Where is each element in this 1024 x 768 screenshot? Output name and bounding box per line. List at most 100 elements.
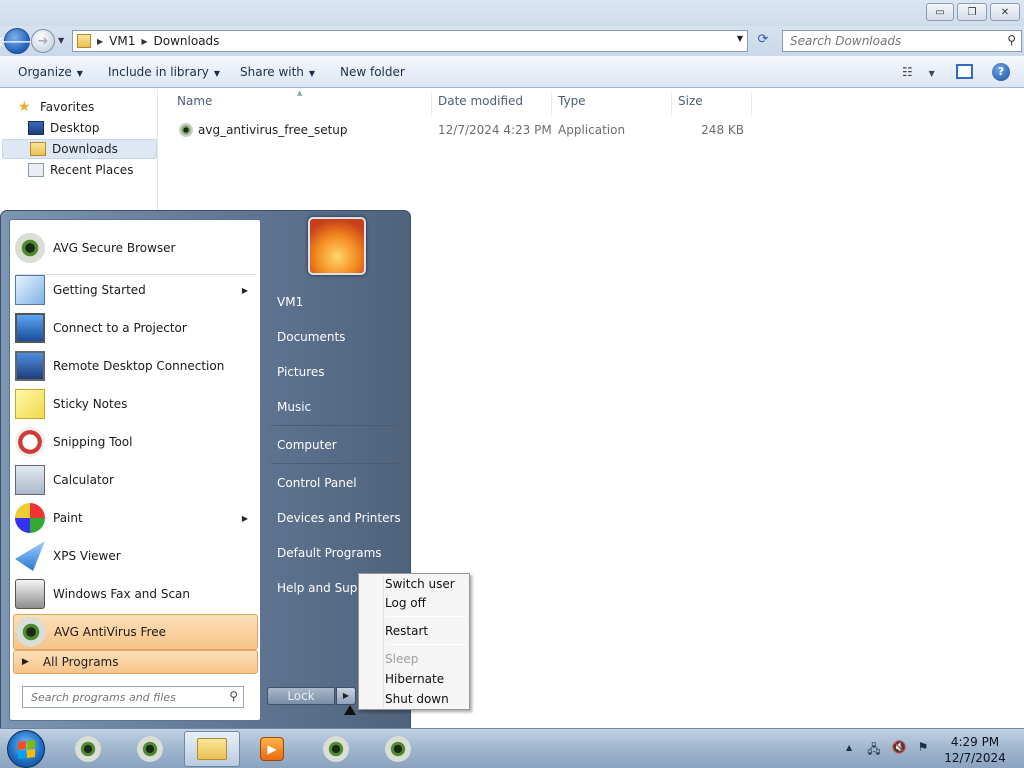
menu-item-hibernate[interactable]: Hibernate [362,669,466,689]
chevron-down-icon: ▼ [308,69,316,78]
change-view-icon[interactable]: ☷ ▼ [902,65,935,79]
all-programs-button[interactable]: ▶ All Programs [13,650,258,674]
share-with-menu[interactable]: Share with ▼ [240,65,315,79]
taskbar-explorer[interactable] [184,731,240,767]
breadcrumb-separator-icon[interactable]: ▶ [97,37,103,46]
breadcrumb-vm1[interactable]: VM1 [109,34,135,48]
menu-item-restart[interactable]: Restart [362,621,466,641]
recent-places-icon [28,163,44,177]
nav-downloads-label: Downloads [52,142,118,156]
remote-desktop-icon [15,351,45,381]
nav-recent-places[interactable]: Recent Places [28,160,156,180]
taskbar-media-player[interactable]: ▶ [244,731,300,767]
clock-date: 12/7/2024 [944,751,1006,765]
program-windows-fax-scan[interactable]: Windows Fax and Scan [13,576,258,612]
nav-favorites-label: Favorites [40,100,95,114]
place-pictures[interactable]: Pictures [269,358,404,386]
avg-icon [323,736,349,762]
avg-setup-file-icon [179,123,193,137]
program-connect-to-projector[interactable]: Connect to a Projector [13,310,258,346]
taskbar: ▶ ▲ 🖧 🔇 ⚑ 4:29 PM 12/7/2024 [0,728,1024,768]
menu-item-shut-down[interactable]: Shut down [362,689,466,709]
lock-button[interactable]: Lock [267,687,335,705]
breadcrumb-separator-icon[interactable]: ▶ [141,37,147,46]
address-box[interactable]: ▶ VM1 ▶ Downloads ▼ [72,30,748,52]
nav-recent-places-label: Recent Places [50,163,134,177]
forward-button[interactable]: ➔ [31,29,55,53]
taskbar-avg-4[interactable] [370,731,426,767]
recent-pages-dropdown-icon[interactable]: ▼ [58,36,64,45]
user-picture[interactable] [308,217,366,275]
start-search-input[interactable] [23,687,213,707]
organize-menu[interactable]: Organize ▼ [18,65,83,79]
volume-muted-icon[interactable]: 🔇 [891,740,907,756]
back-button[interactable]: 🡐 [0,28,38,54]
place-music[interactable]: Music [269,393,404,421]
preview-pane-icon[interactable] [956,64,973,79]
close-button[interactable]: ✕ [990,3,1020,21]
avg-secure-browser-icon [15,233,45,263]
search-downloads-box[interactable]: ⚲ [782,30,1022,52]
file-name[interactable]: avg_antivirus_free_setup [198,123,348,137]
refresh-icon[interactable]: ⟳ [752,32,774,52]
nav-downloads[interactable]: Downloads [2,139,157,159]
program-remote-desktop[interactable]: Remote Desktop Connection [13,348,258,384]
place-vm1[interactable]: VM1 [269,288,404,316]
submenu-arrow-icon: ▶ [241,513,248,523]
place-computer[interactable]: Computer [269,431,404,459]
nav-favorites[interactable]: ★ Favorites [18,97,174,117]
program-calculator[interactable]: Calculator [13,462,258,498]
program-snipping-tool[interactable]: Snipping Tool [13,424,258,460]
program-label: Paint [53,511,83,525]
clock[interactable]: 4:29 PM 12/7/2024 [940,734,1010,766]
place-control-panel[interactable]: Control Panel [269,469,404,497]
taskbar-avg-1[interactable] [60,731,116,767]
windows-logo-icon [18,740,35,759]
minimize-button[interactable]: ▭ [926,3,954,21]
search-icon[interactable]: ⚲ [229,689,238,703]
column-header-name[interactable]: Name [171,93,432,115]
program-avg-antivirus-free[interactable]: AVG AntiVirus Free [13,614,258,650]
command-bar: Organize ▼ Include in library ▼ Share with… [0,56,1024,88]
program-getting-started[interactable]: Getting Started ▶ [13,272,258,308]
title-bar[interactable]: ▭ ❐ ✕ [0,0,1024,26]
search-input[interactable] [783,31,993,51]
place-documents[interactable]: Documents [269,323,404,351]
program-xps-viewer[interactable]: XPS Viewer [13,538,258,574]
sticky-notes-icon [15,389,45,419]
media-player-icon: ▶ [260,737,284,761]
network-icon[interactable]: 🖧 [866,740,882,756]
include-in-library-menu[interactable]: Include in library ▼ [108,65,220,79]
breadcrumb-downloads[interactable]: Downloads [154,34,220,48]
place-devices-and-printers[interactable]: Devices and Printers [269,504,404,532]
menu-item-switch-user[interactable]: Switch user [362,574,466,594]
help-icon[interactable]: ? [992,63,1010,81]
start-button[interactable] [7,730,45,768]
address-history-dropdown-icon[interactable]: ▼ [737,34,743,43]
action-center-flag-icon[interactable]: ⚑ [915,740,931,756]
place-default-programs[interactable]: Default Programs [269,539,404,567]
mouse-cursor-icon [344,705,356,715]
column-header-size[interactable]: Size [672,93,752,115]
share-with-label: Share with [240,65,304,79]
taskbar-avg-3[interactable] [308,731,364,767]
program-sticky-notes[interactable]: Sticky Notes [13,386,258,422]
avg-icon [137,736,163,762]
search-icon[interactable]: ⚲ [1007,33,1016,47]
taskbar-avg-2[interactable] [122,731,178,767]
desktop-icon [28,121,44,135]
restore-button[interactable]: ❐ [957,3,987,21]
program-avg-secure-browser[interactable]: AVG Secure Browser [13,230,258,266]
show-hidden-icons-icon[interactable]: ▲ [846,743,852,752]
nav-desktop[interactable]: Desktop [28,118,156,138]
downloads-folder-icon [30,142,46,156]
power-options-arrow-icon[interactable]: ▶ [336,687,356,705]
column-header-date-modified[interactable]: Date modified [432,93,552,115]
menu-item-log-off[interactable]: Log off [362,593,466,613]
column-header-type[interactable]: Type [552,93,672,115]
start-search-box[interactable]: ⚲ [22,686,244,708]
places-divider [271,425,399,426]
new-folder-button[interactable]: New folder [340,65,405,79]
program-paint[interactable]: Paint ▶ [13,500,258,536]
menu-separator [386,616,466,617]
